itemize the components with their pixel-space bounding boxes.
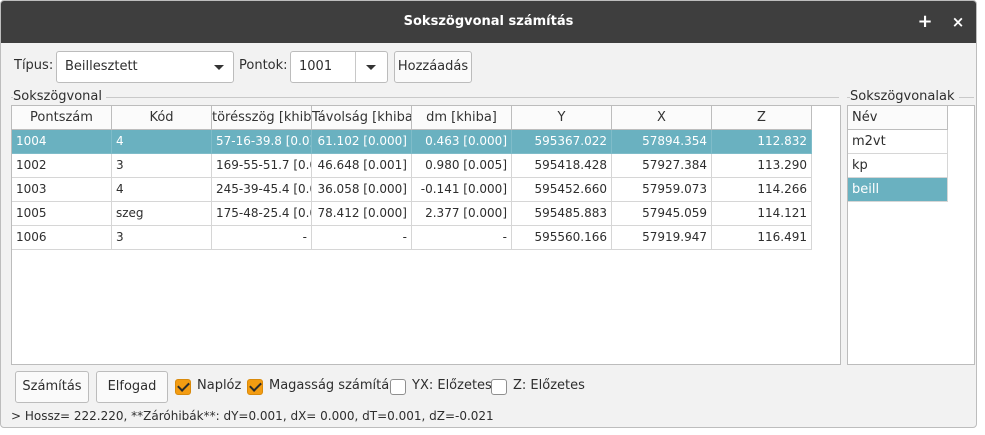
chevron-down-icon[interactable]: [366, 65, 376, 70]
column-header[interactable]: Z: [712, 106, 812, 130]
column-header[interactable]: Távolság [khiba]: [312, 106, 412, 130]
table-cell: 595560.166: [512, 226, 612, 250]
table-row[interactable]: 1002 3 169-55-51.7 [0.0] 46.648 [0.001] 0.98…: [12, 154, 812, 178]
close-icon[interactable]: ×: [948, 12, 968, 32]
table-cell: 46.648 [0.001]: [312, 154, 412, 178]
table-cell: 3: [112, 154, 212, 178]
z-preliminary-label: Z: Előzetes: [513, 378, 585, 393]
chevron-down-icon: [214, 65, 224, 70]
table-cell: 112.832: [712, 130, 812, 154]
table-cell: 57-16-39.8 [0.0]: [212, 130, 312, 154]
list-item[interactable]: m2vt: [848, 130, 948, 154]
table-cell: 595367.022: [512, 130, 612, 154]
table-cell: 1002: [12, 154, 112, 178]
table-cell: -: [212, 226, 312, 250]
table-cell: 1003: [12, 178, 112, 202]
yx-preliminary-label: YX: Előzetes: [412, 378, 492, 393]
table-row[interactable]: 1005 szeg 175-48-25.4 [0.0] 78.412 [0.000] 2…: [12, 202, 812, 226]
table-cell: 78.412 [0.000]: [312, 202, 412, 226]
table-cell: 57959.073: [612, 178, 712, 202]
traverses-list-header: Név: [848, 106, 948, 130]
table-cell: 114.121: [712, 202, 812, 226]
table-cell: -: [412, 226, 512, 250]
table-cell: 595452.660: [512, 178, 612, 202]
traverse-calculation-window: Sokszögvonal számítás + × Típus: Beilles…: [0, 0, 977, 428]
table-cell: 57945.059: [612, 202, 712, 226]
table-cell: 1004: [12, 130, 112, 154]
list-item[interactable]: kp: [848, 154, 948, 178]
log-label: Naplóz: [197, 378, 242, 393]
table-cell: 0.463 [0.000]: [412, 130, 512, 154]
points-combo-value: 1001: [299, 59, 333, 74]
accept-button[interactable]: Elfogad: [96, 371, 168, 403]
table-cell: 169-55-51.7 [0.0]: [212, 154, 312, 178]
maximize-icon[interactable]: +: [915, 12, 935, 32]
table-row[interactable]: 1006 3- - -595560.166 57919.947 116.491: [12, 226, 812, 250]
table-cell: -: [312, 226, 412, 250]
column-header[interactable]: Kód: [112, 106, 212, 130]
window-title: Sokszögvonal számítás: [403, 14, 574, 29]
column-header[interactable]: törésszög [khiba]: [212, 106, 312, 130]
table-cell: -0.141 [0.000]: [412, 178, 512, 202]
table-row[interactable]: 1004 4 57-16-39.8 [0.0] 61.102 [0.000] 0.463…: [12, 130, 812, 154]
table-cell: 2.377 [0.000]: [412, 202, 512, 226]
yx-preliminary-checkbox[interactable]: [390, 379, 406, 395]
column-header[interactable]: Pontszám: [12, 106, 112, 130]
column-header[interactable]: Y: [512, 106, 612, 130]
table-cell: 245-39-45.4 [0.0]: [212, 178, 312, 202]
table-cell: 4: [112, 130, 212, 154]
table-cell: 36.058 [0.000]: [312, 178, 412, 202]
list-item[interactable]: beill: [848, 178, 948, 202]
table-cell: 0.980 [0.005]: [412, 154, 512, 178]
add-button[interactable]: Hozzáadás: [394, 51, 472, 83]
table-cell: 595485.883: [512, 202, 612, 226]
traverse-group-title: Sokszögvonal: [13, 89, 107, 104]
table-row[interactable]: 1003 4 245-39-45.4 [0.0] 36.058 [0.000] -0.1…: [12, 178, 812, 202]
traverse-table[interactable]: PontszámKódtörésszög [khiba]Távolság [kh…: [11, 105, 841, 365]
type-label: Típus:: [14, 58, 54, 73]
table-cell: 1006: [12, 226, 112, 250]
table-cell: 57894.354: [612, 130, 712, 154]
points-combo[interactable]: 1001: [290, 51, 388, 83]
traverses-group-title: Sokszögvonalak: [850, 89, 959, 104]
table-cell: szeg: [112, 202, 212, 226]
z-preliminary-checkbox[interactable]: [491, 379, 507, 395]
table-cell: 57919.947: [612, 226, 712, 250]
height-calc-label: Magasság számítás: [269, 378, 396, 393]
status-text: > Hossz= 222.220, **Záróhibák**: dY=0.00…: [11, 409, 494, 423]
type-combo-value: Beillesztett: [65, 59, 138, 74]
table-cell: 114.266: [712, 178, 812, 202]
type-combo[interactable]: Beillesztett: [56, 51, 234, 83]
log-checkbox[interactable]: [175, 379, 191, 395]
table-cell: 4: [112, 178, 212, 202]
table-cell: 57927.384: [612, 154, 712, 178]
table-cell: 3: [112, 226, 212, 250]
table-cell: 113.290: [712, 154, 812, 178]
column-header[interactable]: dm [khiba]: [412, 106, 512, 130]
table-cell: 595418.428: [512, 154, 612, 178]
table-cell: 175-48-25.4 [0.0]: [212, 202, 312, 226]
title-bar: Sokszögvonal számítás + ×: [1, 1, 976, 43]
calculate-button[interactable]: Számítás: [15, 371, 89, 403]
points-label: Pontok:: [239, 58, 288, 73]
height-calc-checkbox[interactable]: [247, 379, 263, 395]
table-cell: 1005: [12, 202, 112, 226]
column-header[interactable]: X: [612, 106, 712, 130]
traverses-list[interactable]: Név m2vt kp beill: [847, 105, 975, 365]
table-cell: 61.102 [0.000]: [312, 130, 412, 154]
table-cell: 116.491: [712, 226, 812, 250]
